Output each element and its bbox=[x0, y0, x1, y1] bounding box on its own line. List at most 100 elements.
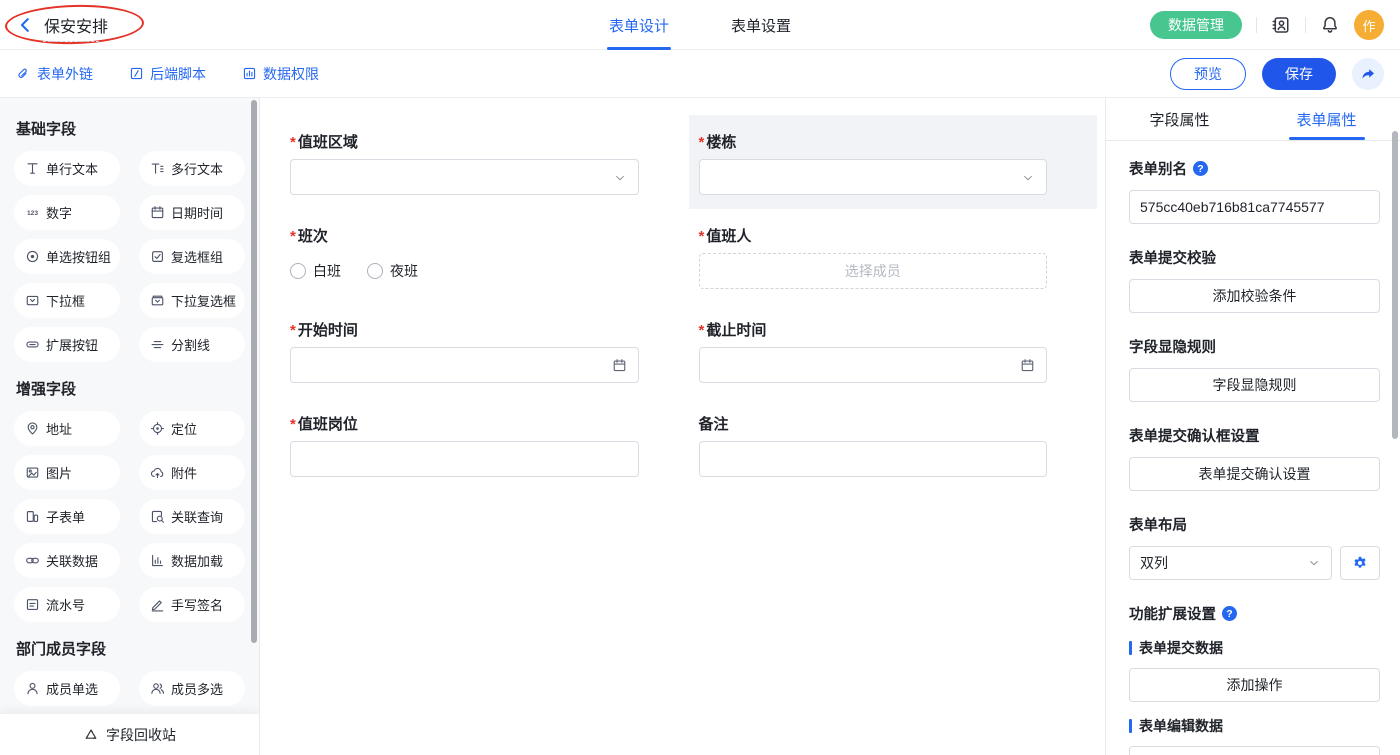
calendar-icon bbox=[1020, 358, 1035, 373]
field-duty-area[interactable]: 值班区域 bbox=[280, 115, 689, 209]
group-title: 表单布局 bbox=[1129, 514, 1380, 535]
field-item-label: 多行文本 bbox=[171, 159, 223, 178]
field-end-time[interactable]: 截止时间 bbox=[689, 303, 1098, 397]
panel-scrollbar[interactable] bbox=[1392, 131, 1398, 439]
field-item[interactable]: 日期时间 bbox=[139, 195, 245, 230]
field-shift[interactable]: 班次 白班 夜班 bbox=[280, 209, 689, 303]
tab-form-settings[interactable]: 表单设置 bbox=[729, 0, 793, 50]
layout-select[interactable]: 双列 bbox=[1129, 546, 1332, 580]
field-item[interactable]: 下拉框 bbox=[14, 283, 120, 318]
field-item[interactable]: 地址 bbox=[14, 411, 120, 446]
field-item[interactable]: 扩展按钮 bbox=[14, 327, 120, 362]
field-label: 备注 bbox=[699, 413, 1048, 434]
help-icon[interactable] bbox=[1222, 606, 1237, 621]
field-item[interactable]: 单选按钮组 bbox=[14, 239, 120, 274]
add-validation-button[interactable]: 添加校验条件 bbox=[1129, 279, 1380, 313]
field-item-label: 复选框组 bbox=[171, 247, 223, 266]
calendar-icon bbox=[612, 358, 627, 373]
duty-area-select[interactable] bbox=[290, 159, 639, 195]
number-icon: 123 bbox=[25, 205, 40, 220]
save-button[interactable]: 保存 bbox=[1262, 58, 1336, 90]
submit-confirm-group: 表单提交确认框设置 表单提交确认设置 bbox=[1129, 425, 1380, 491]
field-start-time[interactable]: 开始时间 bbox=[280, 303, 689, 397]
data-manage-button[interactable]: 数据管理 bbox=[1150, 11, 1242, 39]
avatar[interactable]: 作 bbox=[1354, 10, 1384, 40]
tab-form-design[interactable]: 表单设计 bbox=[607, 0, 671, 50]
panel-tabs: 字段属性 表单属性 bbox=[1106, 98, 1400, 141]
start-time-input[interactable] bbox=[290, 347, 639, 383]
add-edit-action-button[interactable]: 添加操作 bbox=[1129, 746, 1380, 755]
form-external-link[interactable]: 表单外链 bbox=[16, 64, 93, 84]
form-alias-group: 表单别名 bbox=[1129, 158, 1380, 224]
page-title: 保安安排 bbox=[44, 13, 108, 37]
back-button[interactable] bbox=[16, 16, 34, 34]
edit-data-subgroup: 表单编辑数据 bbox=[1129, 716, 1380, 736]
address-icon bbox=[25, 421, 40, 436]
radio-circle-icon bbox=[290, 263, 306, 279]
field-item[interactable]: 单行文本 bbox=[14, 151, 120, 186]
chevron-down-icon bbox=[1021, 171, 1035, 185]
field-label: 截止时间 bbox=[699, 319, 1048, 340]
duty-person-picker[interactable]: 选择成员 bbox=[699, 253, 1048, 289]
duty-post-input[interactable] bbox=[290, 441, 639, 477]
form-alias-input[interactable] bbox=[1129, 190, 1380, 224]
field-item[interactable]: 复选框组 bbox=[139, 239, 245, 274]
field-item[interactable]: 流水号 bbox=[14, 587, 120, 622]
script-icon bbox=[129, 66, 144, 81]
field-item[interactable]: 123数字 bbox=[14, 195, 120, 230]
group-title: 表单提交校验 bbox=[1129, 247, 1380, 268]
visibility-rules-button[interactable]: 字段显隐规则 bbox=[1129, 368, 1380, 402]
field-item[interactable]: 成员单选 bbox=[14, 671, 120, 706]
field-label: 值班区域 bbox=[290, 131, 639, 152]
submit-confirm-button[interactable]: 表单提交确认设置 bbox=[1129, 457, 1380, 491]
field-item[interactable]: 手写签名 bbox=[139, 587, 245, 622]
field-item-label: 下拉复选框 bbox=[171, 291, 236, 310]
radio-night-shift[interactable]: 夜班 bbox=[367, 261, 418, 281]
layout-settings-button[interactable] bbox=[1340, 546, 1380, 580]
field-item[interactable]: 关联查询 bbox=[139, 499, 245, 534]
help-icon[interactable] bbox=[1193, 161, 1208, 176]
field-item[interactable]: 下拉复选框 bbox=[139, 283, 245, 318]
image-icon bbox=[25, 465, 40, 480]
field-item[interactable]: 关联数据 bbox=[14, 543, 120, 578]
end-time-input[interactable] bbox=[699, 347, 1048, 383]
field-item[interactable]: 图片 bbox=[14, 455, 120, 490]
chevron-down-icon bbox=[613, 171, 627, 185]
data-permission-link[interactable]: 数据权限 bbox=[242, 64, 319, 84]
recycle-icon bbox=[83, 727, 99, 743]
tab-field-properties[interactable]: 字段属性 bbox=[1106, 98, 1253, 140]
share-button[interactable] bbox=[1352, 58, 1384, 90]
backend-script-link[interactable]: 后端脚本 bbox=[129, 64, 206, 84]
field-item[interactable]: 多行文本 bbox=[139, 151, 245, 186]
field-label: 值班岗位 bbox=[290, 413, 639, 434]
signature-icon bbox=[150, 597, 165, 612]
field-remark[interactable]: 备注 bbox=[689, 397, 1098, 491]
field-item[interactable]: 子表单 bbox=[14, 499, 120, 534]
field-item[interactable]: 附件 bbox=[139, 455, 245, 490]
submit-data-subgroup: 表单提交数据 bbox=[1129, 638, 1380, 658]
radio-day-shift[interactable]: 白班 bbox=[290, 261, 341, 281]
field-item[interactable]: 分割线 bbox=[139, 327, 245, 362]
member-single-icon bbox=[25, 681, 40, 696]
add-submit-action-button[interactable]: 添加操作 bbox=[1129, 668, 1380, 702]
subform-icon bbox=[25, 509, 40, 524]
preview-button[interactable]: 预览 bbox=[1170, 58, 1246, 90]
link-label: 后端脚本 bbox=[150, 64, 206, 84]
field-item[interactable]: 成员多选 bbox=[139, 671, 245, 706]
tab-form-properties[interactable]: 表单属性 bbox=[1253, 98, 1400, 140]
field-item[interactable]: 定位 bbox=[139, 411, 245, 446]
sidebar-scrollbar[interactable] bbox=[251, 100, 257, 643]
link-icon bbox=[16, 66, 31, 81]
radio-label: 夜班 bbox=[390, 261, 418, 281]
field-item[interactable]: 数据加载 bbox=[139, 543, 245, 578]
field-building[interactable]: 楼栋 bbox=[689, 115, 1098, 209]
contacts-icon[interactable] bbox=[1271, 15, 1291, 35]
share-icon bbox=[1360, 66, 1376, 82]
field-duty-post[interactable]: 值班岗位 bbox=[280, 397, 689, 491]
remark-input[interactable] bbox=[699, 441, 1048, 477]
field-recycle-bin[interactable]: 字段回收站 bbox=[0, 713, 259, 755]
divider bbox=[1256, 17, 1257, 33]
field-duty-person[interactable]: 值班人 选择成员 bbox=[689, 209, 1098, 303]
building-select[interactable] bbox=[699, 159, 1048, 195]
bell-icon[interactable] bbox=[1320, 15, 1340, 35]
